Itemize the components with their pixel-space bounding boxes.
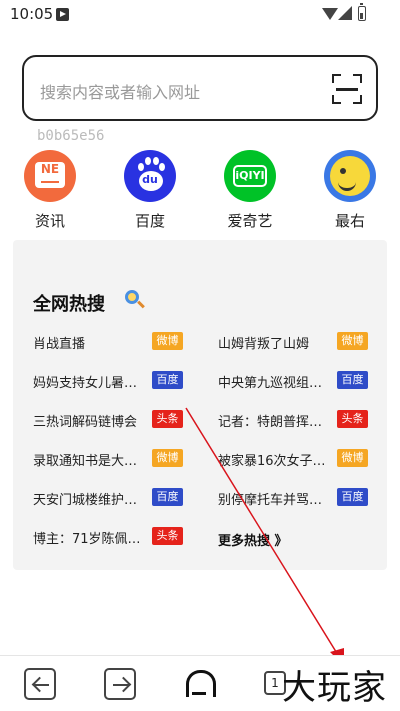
baidu-icon: du xyxy=(124,150,176,202)
hot-search-title: 全网热搜 xyxy=(33,294,105,315)
source-badge: 头条 xyxy=(152,410,183,428)
source-badge: 百度 xyxy=(152,371,183,389)
hot-search-item[interactable]: 被家暴16次女子… 微博 xyxy=(218,447,388,471)
shortcut-iqiyi[interactable]: iQIYI 爱奇艺 xyxy=(215,150,285,230)
scan-icon[interactable] xyxy=(332,74,362,104)
hot-search-item[interactable]: 山姆背叛了山姆 微博 xyxy=(218,330,388,354)
source-badge: 头条 xyxy=(337,410,368,428)
source-badge: 百度 xyxy=(152,488,183,506)
source-badge: 微博 xyxy=(337,332,368,350)
hot-search-text: 妈妈支持女儿暑… xyxy=(33,376,138,391)
hot-search-text: 博主：71岁陈佩… xyxy=(33,532,141,547)
zuiyou-icon xyxy=(324,150,376,202)
news-icon: NE xyxy=(24,150,76,202)
status-time: 10:05 xyxy=(10,5,54,23)
device-id: b0b65e56 xyxy=(37,128,105,144)
magnify-icon xyxy=(125,290,145,310)
source-badge: 头条 xyxy=(152,527,183,545)
hot-search-text: 中央第九巡视组… xyxy=(218,376,323,391)
hot-search-text: 三热词解码链博会 xyxy=(33,415,138,430)
search-bar[interactable]: 搜索内容或者输入网址 xyxy=(22,55,378,121)
hot-search-item[interactable]: 中央第九巡视组… 百度 xyxy=(218,369,388,393)
back-icon[interactable] xyxy=(24,668,56,700)
source-badge: 微博 xyxy=(152,332,183,350)
hot-search-text: 别停摩托车并骂… xyxy=(218,493,323,508)
hot-search-text: 山姆背叛了山姆 xyxy=(218,337,310,352)
shortcut-label: 百度 xyxy=(134,212,165,230)
shortcut-news[interactable]: NE 资讯 xyxy=(15,150,85,230)
source-badge: 微博 xyxy=(152,449,183,467)
hot-search-item[interactable]: 妈妈支持女儿暑… 百度 xyxy=(33,369,203,393)
app-notification-icon xyxy=(56,8,69,21)
shortcut-label: 爱奇艺 xyxy=(227,212,273,230)
wifi-icon xyxy=(322,8,338,20)
more-hot-search-link[interactable]: 更多热搜 》 xyxy=(218,530,288,549)
hot-search-item[interactable]: 天安门城楼维护… 百度 xyxy=(33,486,203,510)
source-badge: 微博 xyxy=(337,449,368,467)
home-icon[interactable] xyxy=(184,668,216,700)
hot-search-item[interactable]: 记者：特朗普挥… 头条 xyxy=(218,408,388,432)
hot-search-item[interactable]: 别停摩托车并骂… 百度 xyxy=(218,486,388,510)
hot-search-text: 被家暴16次女子… xyxy=(218,454,326,469)
hot-search-text: 录取通知书是大… xyxy=(33,454,138,469)
shortcut-baidu[interactable]: du 百度 xyxy=(115,150,185,230)
shortcut-label: 资讯 xyxy=(34,212,65,230)
shortcut-zuiyou[interactable]: 最右 xyxy=(315,150,385,230)
hot-search-item[interactable]: 肖战直播 微博 xyxy=(33,330,203,354)
watermark-logo: 大玩家 xyxy=(282,668,387,708)
hot-search-item[interactable]: 录取通知书是大… 微博 xyxy=(33,447,203,471)
hot-search-panel: 全网热搜 肖战直播 微博 山姆背叛了山姆 微博 妈妈支持女儿暑… 百度 中央第九巡视组… 百度… xyxy=(13,240,387,570)
status-bar: 10:05 xyxy=(0,0,400,30)
hot-search-text: 肖战直播 xyxy=(33,337,86,352)
hot-search-item[interactable]: 博主：71岁陈佩… 头条 xyxy=(33,525,203,549)
battery-icon xyxy=(358,3,366,21)
signal-icon xyxy=(338,6,352,20)
source-badge: 百度 xyxy=(337,488,368,506)
forward-icon[interactable] xyxy=(104,668,136,700)
source-badge: 百度 xyxy=(337,371,368,389)
hot-search-text: 天安门城楼维护… xyxy=(33,493,138,508)
search-input[interactable]: 搜索内容或者输入网址 xyxy=(40,79,200,103)
shortcut-label: 最右 xyxy=(334,212,365,230)
hot-search-item[interactable]: 三热词解码链博会 头条 xyxy=(33,408,203,432)
iqiyi-icon: iQIYI xyxy=(224,150,276,202)
hot-search-text: 记者：特朗普挥… xyxy=(218,415,323,430)
